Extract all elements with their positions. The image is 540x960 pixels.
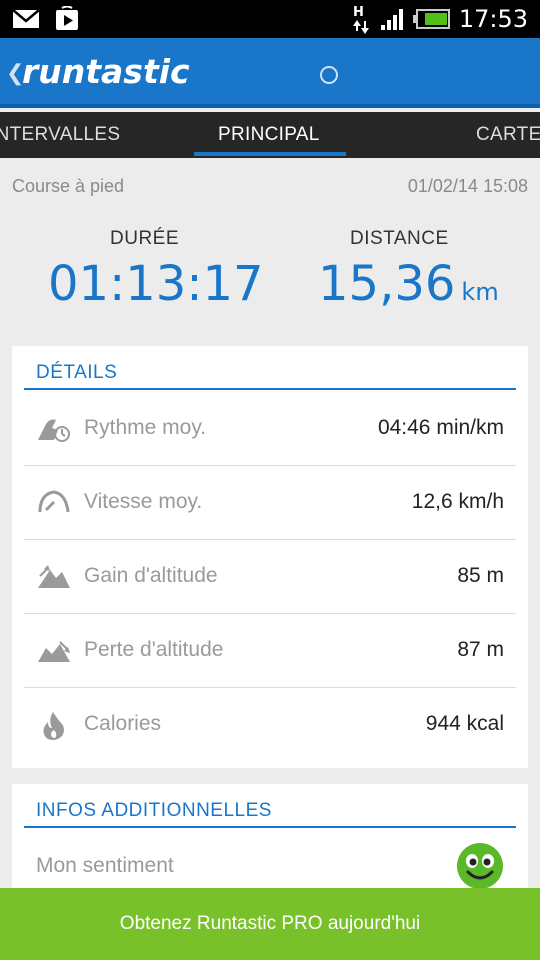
- duration-label: DURÉE: [110, 228, 180, 249]
- calories-value: 944 kcal: [425, 712, 504, 735]
- detail-row-speed: Vitesse moy. 12,6 km/h: [24, 466, 516, 540]
- elevation-gain-label: Gain d'altitude: [84, 564, 218, 587]
- additional-info-card: INFOS ADDITIONNELLES Mon sentiment: [12, 784, 528, 894]
- svg-text:H: H: [353, 5, 364, 20]
- notification-icons: [12, 6, 80, 32]
- mail-icon: [12, 9, 40, 28]
- elevation-gain-value: 85 m: [457, 564, 504, 587]
- activity-datetime: 01/02/14 15:08: [407, 176, 528, 196]
- distance-unit: km: [461, 278, 499, 306]
- pace-value: 04:46 min/km: [377, 416, 504, 439]
- speed-value: 12,6 km/h: [411, 490, 504, 513]
- distance-number: 15,36: [318, 256, 456, 312]
- upgrade-pro-banner[interactable]: Obtenez Runtastic PRO aujourd'hui: [0, 888, 540, 960]
- tab-intervalles[interactable]: INTERVALLES: [0, 124, 120, 146]
- elevation-loss-icon: [38, 641, 70, 662]
- battery-icon: [412, 9, 450, 29]
- network-type-icon: H: [352, 5, 369, 34]
- detail-row-calories: Calories 944 kcal: [24, 688, 516, 762]
- status-bar: H 17:53: [0, 0, 540, 38]
- tab-bar: INTERVALLES PRINCIPAL CARTE: [0, 112, 540, 158]
- pace-label: Rythme moy.: [84, 416, 207, 439]
- distance-value: 15,36 km: [318, 256, 499, 312]
- system-icons: H 17:53: [349, 4, 528, 34]
- elevation-gain-icon: [38, 565, 70, 588]
- speedometer-icon: [38, 490, 70, 513]
- app-bar: ❮ runtastic: [0, 38, 540, 108]
- calories-label: Calories: [84, 712, 162, 735]
- details-divider: [24, 388, 516, 390]
- elevation-loss-value: 87 m: [457, 638, 504, 661]
- play-store-icon: [56, 6, 78, 30]
- additional-info-divider: [24, 826, 516, 828]
- duration-value: 01:13:17: [48, 256, 264, 312]
- pace-icon: [38, 419, 70, 442]
- active-tab-indicator: [194, 152, 346, 156]
- elevation-loss-label: Perte d'altitude: [84, 638, 224, 661]
- detail-row-elevation-loss: Perte d'altitude 87 m: [24, 614, 516, 688]
- flame-icon: [43, 712, 64, 740]
- clock: 17:53: [458, 5, 528, 33]
- smiley-face-icon[interactable]: [456, 842, 504, 890]
- additional-info-title: INFOS ADDITIONNELLES: [36, 800, 272, 821]
- tab-principal[interactable]: PRINCIPAL: [218, 124, 320, 146]
- details-card: DÉTAILS Rythme moy. 04:46 min/km Vitesse…: [12, 346, 528, 768]
- loading-indicator-icon: [320, 66, 338, 84]
- app-logo[interactable]: runtastic: [22, 52, 190, 91]
- detail-row-elevation-gain: Gain d'altitude 85 m: [24, 540, 516, 614]
- tab-carte[interactable]: CARTE: [476, 124, 540, 146]
- speed-label: Vitesse moy.: [84, 490, 203, 513]
- feeling-label: Mon sentiment: [36, 854, 174, 877]
- activity-type: Course à pied: [12, 176, 125, 196]
- distance-label: DISTANCE: [350, 228, 449, 249]
- signal-icon: [380, 9, 403, 30]
- detail-row-pace: Rythme moy. 04:46 min/km: [24, 392, 516, 466]
- details-title: DÉTAILS: [36, 362, 118, 383]
